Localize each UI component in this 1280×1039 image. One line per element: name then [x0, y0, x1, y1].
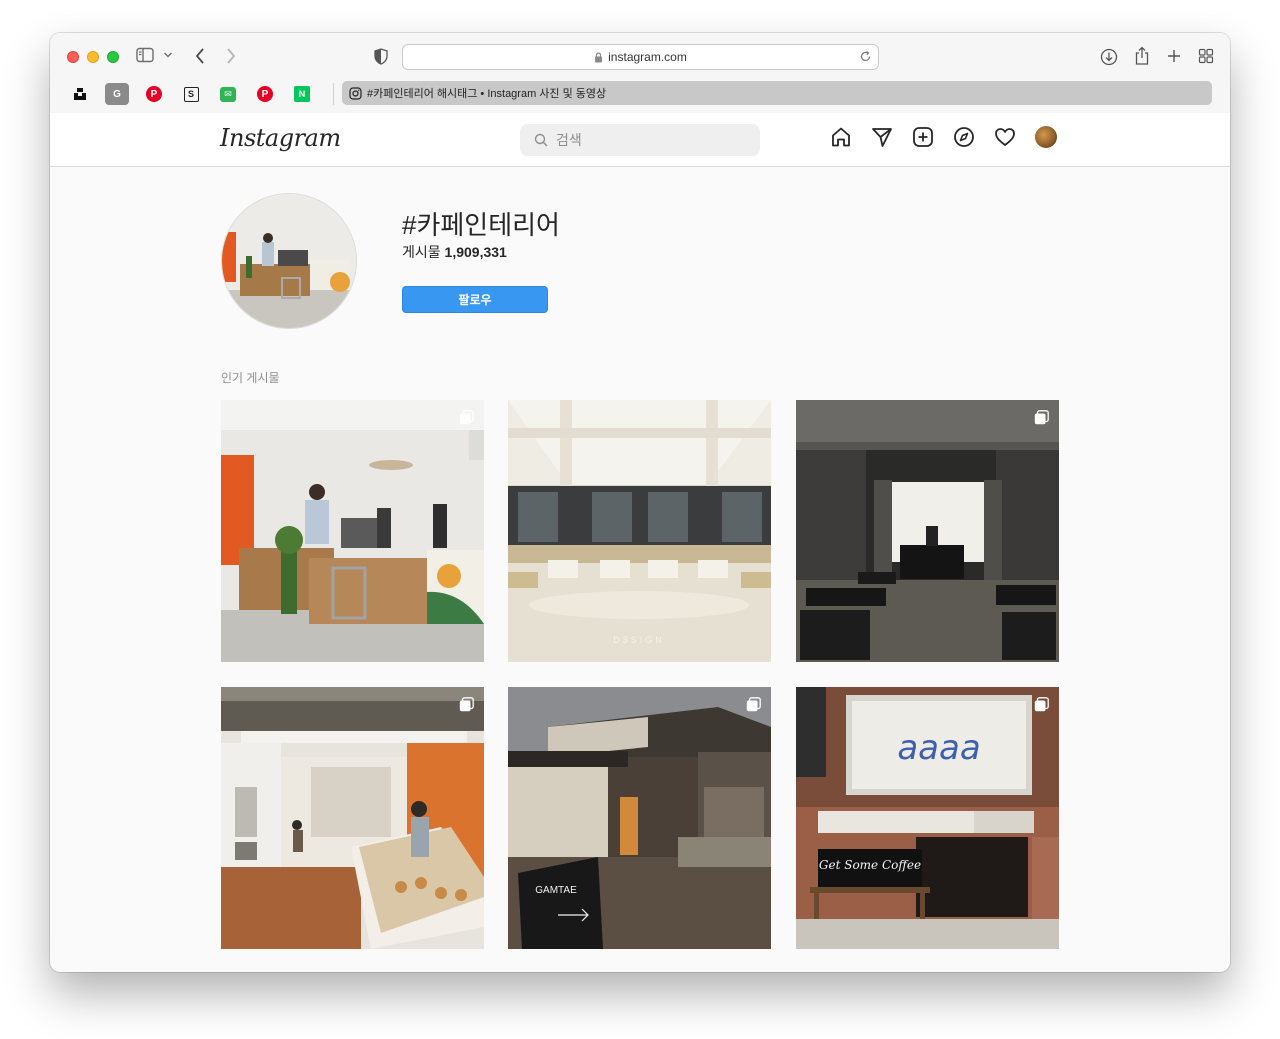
instagram-tab-icon [349, 86, 362, 100]
post-count-label: 게시물 [402, 244, 441, 260]
bookmark-pinterest[interactable]: P [142, 83, 166, 105]
bookmark-s[interactable]: S [179, 83, 203, 105]
window-controls [67, 51, 119, 63]
url-text: instagram.com [608, 50, 687, 64]
lock-icon [594, 51, 603, 63]
browser-window: instagram.com G P S ✉ P N #카페인테리어 해시태그 •… [50, 33, 1230, 972]
forward-icon[interactable] [224, 47, 238, 65]
active-tab[interactable]: #카페인테리어 해시태그 • Instagram 사진 및 동영상 [342, 81, 1212, 105]
post-4[interactable] [221, 687, 484, 949]
address-bar[interactable]: instagram.com [402, 44, 879, 70]
pinterest-icon: P [257, 86, 273, 102]
follow-button[interactable]: 팔로우 [402, 286, 548, 313]
post-2[interactable]: D3SIGN [508, 400, 771, 662]
search-placeholder: 검색 [556, 132, 582, 148]
new-tab-icon[interactable] [1166, 48, 1182, 64]
neon-sign-text: aaaa [897, 728, 980, 768]
instagram-logo[interactable]: Instagram [220, 124, 341, 152]
post-6-image: aaaa Get Some Coffee [796, 687, 1059, 949]
search-input[interactable]: 검색 [520, 124, 760, 156]
post-1[interactable] [221, 400, 484, 662]
favorites-separator [333, 83, 334, 105]
nav-icons [830, 126, 1057, 148]
share-icon[interactable] [1134, 46, 1150, 66]
browser-toolbar: instagram.com G P S ✉ P N #카페인테리어 해시태그 •… [50, 33, 1230, 113]
tab-title: #카페인테리어 해시태그 • Instagram 사진 및 동영상 [367, 88, 607, 100]
post-1-image [221, 400, 484, 662]
bookmark-google[interactable]: G [105, 83, 129, 105]
unsplash-icon [74, 88, 86, 100]
profile-avatar[interactable] [1035, 126, 1057, 148]
minimize-window-button[interactable] [87, 51, 99, 63]
popular-posts-heading: 인기 게시물 [221, 371, 280, 385]
post-2-watermark: D3SIGN [613, 635, 665, 645]
mail-bookmark-icon: ✉ [220, 86, 236, 102]
post-5[interactable]: GAMTAE [508, 687, 771, 949]
zoom-window-button[interactable] [107, 51, 119, 63]
post-5-image: GAMTAE [508, 687, 771, 949]
multiple-photos-icon [1034, 697, 1049, 712]
instagram-header: Instagram 검색 [50, 113, 1230, 167]
bookmark-unsplash[interactable] [68, 83, 92, 105]
privacy-shield-icon[interactable] [374, 48, 388, 65]
explore-icon[interactable] [953, 126, 975, 148]
post-count: 게시물 1,909,331 [402, 242, 507, 262]
bookmark-mail[interactable]: ✉ [216, 83, 240, 105]
home-icon[interactable] [830, 126, 852, 148]
reload-icon[interactable] [859, 50, 872, 66]
post-4-image [221, 687, 484, 949]
naver-icon: N [294, 86, 310, 102]
back-icon[interactable] [193, 47, 207, 65]
multiple-photos-icon [459, 410, 474, 425]
hashtag-profile-image [221, 193, 357, 329]
direct-message-icon[interactable] [871, 126, 893, 148]
hashtag-title: #카페인테리어 [402, 210, 560, 240]
multiple-photos-icon [459, 697, 474, 712]
sidebar-toggle-icon[interactable] [136, 47, 156, 63]
google-icon: G [113, 88, 121, 100]
post-2-image: D3SIGN [508, 400, 771, 662]
post-count-value: 1,909,331 [444, 244, 507, 260]
downloads-icon[interactable] [1100, 48, 1118, 66]
pinterest-icon: P [146, 86, 162, 102]
post-3-image [796, 400, 1059, 662]
gamtae-sign-text: GAMTAE [535, 885, 577, 896]
new-post-icon[interactable] [912, 126, 934, 148]
close-window-button[interactable] [67, 51, 79, 63]
bookmark-pinterest-2[interactable]: P [253, 83, 277, 105]
post-6[interactable]: aaaa Get Some Coffee [796, 687, 1059, 949]
tab-overview-icon[interactable] [1198, 48, 1214, 64]
activity-heart-icon[interactable] [994, 126, 1016, 148]
avatar [1035, 126, 1057, 148]
search-icon [534, 133, 548, 147]
post-3[interactable] [796, 400, 1059, 662]
multiple-photos-icon [746, 697, 761, 712]
coffee-board-text: Get Some Coffee [819, 858, 921, 872]
chevron-down-icon[interactable] [163, 51, 173, 59]
bookmark-naver[interactable]: N [290, 83, 314, 105]
s-bookmark-icon: S [183, 86, 199, 102]
multiple-photos-icon [1034, 410, 1049, 425]
favorites-bar: G P S ✉ P N [68, 83, 314, 105]
